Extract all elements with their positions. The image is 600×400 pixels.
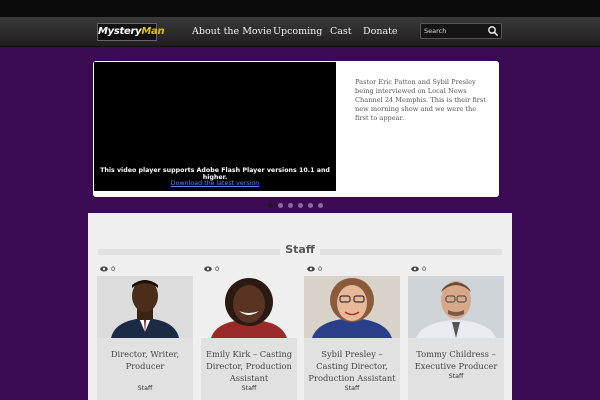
slide-dot[interactable] [268, 203, 273, 208]
nav-bar: MysteryMan About the Movie Upcoming Cast… [0, 17, 600, 47]
slide-dot[interactable] [308, 203, 313, 208]
video-player[interactable]: This video player supports Adobe Flash P… [94, 62, 336, 191]
logo-word: Man [141, 26, 165, 37]
site-logo[interactable]: MysteryMan [97, 23, 165, 41]
eye-icon [100, 266, 108, 272]
slide-caption: Pastor Eric Patton and Sybil Presley bei… [355, 78, 486, 122]
top-strip [0, 0, 600, 17]
section-title: Staff [285, 243, 315, 256]
logo-word: Mystery [98, 26, 142, 37]
staff-photo[interactable] [201, 276, 297, 338]
search-box [420, 23, 502, 39]
staff-photo[interactable] [304, 276, 400, 338]
search-icon[interactable] [487, 25, 499, 37]
staff-name[interactable]: Sybil Presley – Casting Director, Produc… [308, 348, 396, 384]
nav-cast[interactable]: Cast [330, 17, 352, 47]
view-count: 0 [215, 265, 220, 273]
staff-photo[interactable] [408, 276, 504, 338]
nav-donate[interactable]: Donate [363, 17, 398, 47]
card-body: Sybil Presley – Casting Director, Produc… [304, 338, 400, 400]
staff-name[interactable]: Emily Kirk – Casting Director, Productio… [205, 348, 293, 384]
slide-dot[interactable] [288, 203, 293, 208]
slide-dot[interactable] [318, 203, 323, 208]
slide-dot[interactable] [298, 203, 303, 208]
flash-required-message: This video player supports Adobe Flash P… [100, 167, 330, 181]
card-body: Emily Kirk – Casting Director, Productio… [201, 338, 297, 400]
slide-dot[interactable] [278, 203, 283, 208]
view-count: 0 [318, 265, 323, 273]
staff-category[interactable]: Staff [201, 385, 297, 392]
card-body: Tommy Childress – Executive Producer Sta… [408, 338, 504, 400]
staff-category[interactable]: Staff [97, 385, 193, 392]
flash-download-link[interactable]: Download the latest version [94, 180, 336, 187]
view-count: 0 [111, 265, 116, 273]
eye-icon [307, 266, 315, 272]
view-count: 0 [422, 265, 427, 273]
staff-category[interactable]: Staff [304, 385, 400, 392]
eye-icon [411, 266, 419, 272]
featured-slider: This video player supports Adobe Flash P… [93, 61, 499, 197]
card-body: Director, Writer, Producer Staff [97, 338, 193, 400]
search-input[interactable] [421, 24, 487, 38]
staff-name[interactable]: Director, Writer, Producer [101, 348, 189, 372]
eye-icon [204, 266, 212, 272]
staff-section: Staff 0 Director, Writer, Producer Staff [88, 213, 512, 400]
staff-category[interactable]: Staff [408, 373, 504, 380]
staff-name[interactable]: Tommy Childress – Executive Producer [412, 348, 500, 372]
staff-photo[interactable] [97, 276, 193, 338]
nav-upcoming[interactable]: Upcoming [273, 17, 322, 47]
nav-about-the-movie[interactable]: About the Movie [192, 17, 272, 47]
